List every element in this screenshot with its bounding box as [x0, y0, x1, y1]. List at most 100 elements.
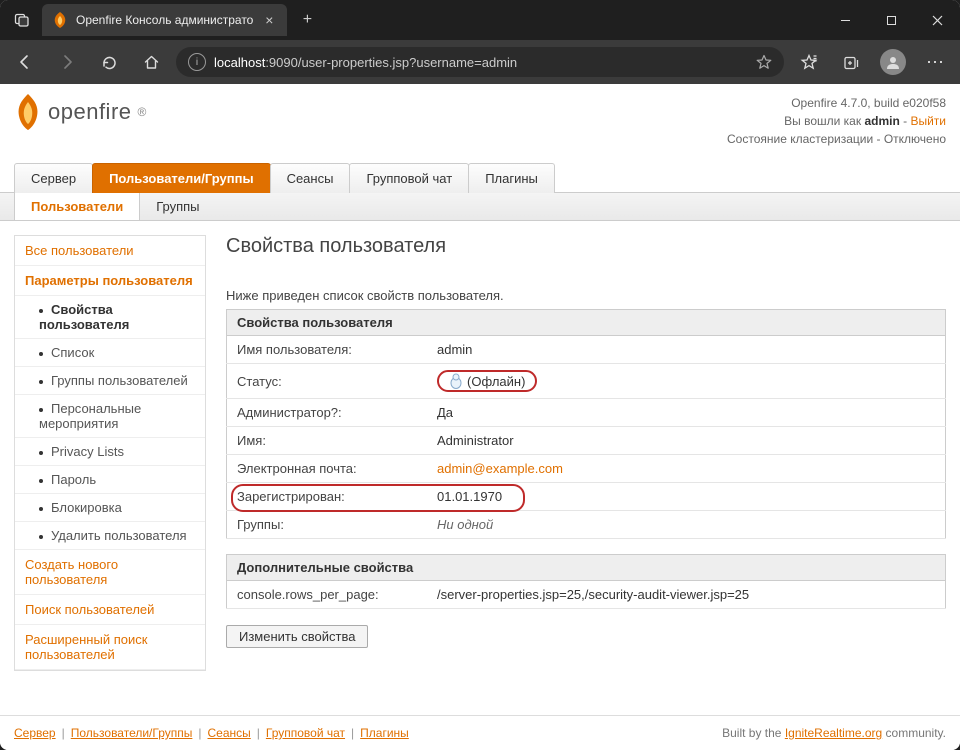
- main-tab-2[interactable]: Сеансы: [270, 163, 351, 193]
- prop-key: Имя:: [227, 427, 428, 455]
- page-content: openfire® Openfire 4.7.0, build e020f58 …: [0, 84, 960, 750]
- main-tab-4[interactable]: Плагины: [468, 163, 555, 193]
- login-text: Вы вошли как admin - Выйти: [727, 112, 946, 130]
- prop-value: Administrator: [427, 427, 946, 455]
- table-row: Имя:Administrator: [227, 427, 946, 455]
- content-panel: Свойства пользователя Ниже приведен спис…: [226, 235, 946, 648]
- table-row: Имя пользователя:admin: [227, 336, 946, 364]
- table-row: Администратор?:Да: [227, 399, 946, 427]
- menu-button[interactable]: ⋯: [918, 52, 952, 73]
- main-tab-3[interactable]: Групповой чат: [349, 163, 469, 193]
- footer-credit: Built by the IgniteRealtime.org communit…: [722, 726, 946, 740]
- page-title: Свойства пользователя: [226, 235, 946, 258]
- new-tab-button[interactable]: +: [293, 6, 321, 34]
- sidebar-item-0[interactable]: Все пользователи: [15, 236, 205, 266]
- table-header: Свойства пользователя: [227, 310, 946, 336]
- intro-text: Ниже приведен список свойств пользовател…: [226, 288, 946, 303]
- prop-value: admin: [427, 336, 946, 364]
- sub-tab-1[interactable]: Группы: [140, 193, 215, 220]
- sidebar-item-9[interactable]: Удалить пользователя: [15, 522, 205, 550]
- footer-link-3[interactable]: Групповой чат: [266, 726, 345, 740]
- prop-key: Зарегистрирован:: [227, 483, 428, 511]
- logo[interactable]: openfire®: [14, 94, 146, 130]
- main-tab-0[interactable]: Сервер: [14, 163, 93, 193]
- reload-button[interactable]: [92, 45, 126, 79]
- collections-button[interactable]: [834, 45, 868, 79]
- footer-link-4[interactable]: Плагины: [360, 726, 409, 740]
- table-row: console.rows_per_page:/server-properties…: [227, 581, 946, 609]
- prop-value: 01.01.1970: [427, 483, 946, 511]
- home-button[interactable]: [134, 45, 168, 79]
- table-row: Статус:(Офлайн): [227, 364, 946, 399]
- window-titlebar: Openfire Консоль администрато × +: [0, 0, 960, 40]
- favorite-icon[interactable]: [756, 54, 772, 70]
- favorites-button[interactable]: [792, 45, 826, 79]
- tab-actions-icon: [14, 12, 30, 28]
- table-row: Электронная почта:admin@example.com: [227, 455, 946, 483]
- prop-key: Группы:: [227, 511, 428, 539]
- table-header: Дополнительные свойства: [227, 555, 946, 581]
- prop-value: admin@example.com: [427, 455, 946, 483]
- sidebar-item-2[interactable]: Свойства пользователя: [15, 296, 205, 339]
- page-header: openfire® Openfire 4.7.0, build e020f58 …: [0, 84, 960, 148]
- footer-link-2[interactable]: Сеансы: [208, 726, 251, 740]
- address-bar[interactable]: i localhost:9090/user-properties.jsp?use…: [176, 47, 784, 77]
- prop-key: Администратор?:: [227, 399, 428, 427]
- sidebar-item-11[interactable]: Поиск пользователей: [15, 595, 205, 625]
- sidebar-item-3[interactable]: Список: [15, 339, 205, 367]
- tab-actions-button[interactable]: [8, 6, 36, 34]
- window-minimize-button[interactable]: [822, 0, 868, 40]
- site-info-icon[interactable]: i: [188, 53, 206, 71]
- tab-close-button[interactable]: ×: [261, 12, 277, 28]
- cluster-status: Состояние кластеризации - Отключено: [727, 130, 946, 148]
- prop-key: Имя пользователя:: [227, 336, 428, 364]
- sidebar-item-1[interactable]: Параметры пользователя: [15, 266, 205, 296]
- prop-value: Да: [427, 399, 946, 427]
- main-tab-1[interactable]: Пользователи/Группы: [92, 163, 270, 193]
- tab-favicon: [52, 12, 68, 28]
- footer-link-1[interactable]: Пользователи/Группы: [71, 726, 193, 740]
- footer-link-0[interactable]: Сервер: [14, 726, 56, 740]
- prop-value: Ни одной: [427, 511, 946, 539]
- sidebar-item-7[interactable]: Пароль: [15, 466, 205, 494]
- profile-button[interactable]: [876, 45, 910, 79]
- sidebar-item-8[interactable]: Блокировка: [15, 494, 205, 522]
- window-maximize-button[interactable]: [868, 0, 914, 40]
- avatar: [880, 49, 906, 75]
- browser-tab[interactable]: Openfire Консоль администрато ×: [42, 4, 287, 36]
- prop-value: /server-properties.jsp=25,/security-audi…: [427, 581, 946, 609]
- prop-key: Электронная почта:: [227, 455, 428, 483]
- ignite-link[interactable]: IgniteRealtime.org: [785, 726, 882, 740]
- sidebar-item-12[interactable]: Расширенный поиск пользователей: [15, 625, 205, 670]
- sub-tabs: ПользователиГруппы: [0, 193, 960, 221]
- sidebar-item-10[interactable]: Создать нового пользователя: [15, 550, 205, 595]
- page-footer: Сервер|Пользователи/Группы|Сеансы|Группо…: [0, 715, 960, 750]
- version-text: Openfire 4.7.0, build e020f58: [727, 94, 946, 112]
- prop-key: Статус:: [227, 364, 428, 399]
- sidebar: Все пользователиПараметры пользователяСв…: [14, 235, 206, 671]
- sub-tab-0[interactable]: Пользователи: [14, 193, 140, 220]
- sidebar-item-4[interactable]: Группы пользователей: [15, 367, 205, 395]
- forward-button[interactable]: [50, 45, 84, 79]
- prop-value: (Офлайн): [427, 364, 946, 399]
- window-controls: [822, 0, 960, 40]
- logout-link[interactable]: Выйти: [910, 114, 946, 128]
- edit-properties-button[interactable]: Изменить свойства: [226, 625, 368, 648]
- table-row: Группы:Ни одной: [227, 511, 946, 539]
- url-text: localhost:9090/user-properties.jsp?usern…: [214, 55, 517, 70]
- browser-toolbar: i localhost:9090/user-properties.jsp?use…: [0, 40, 960, 84]
- window-close-button[interactable]: [914, 0, 960, 40]
- main-tabs: СерверПользователи/ГруппыСеансыГрупповой…: [0, 162, 960, 193]
- app-window: Openfire Консоль администрато × + i loca…: [0, 0, 960, 750]
- sidebar-item-5[interactable]: Персональные мероприятия: [15, 395, 205, 438]
- tab-title: Openfire Консоль администрато: [76, 13, 253, 27]
- sidebar-item-6[interactable]: Privacy Lists: [15, 438, 205, 466]
- extra-properties-table: Дополнительные свойства console.rows_per…: [226, 554, 946, 609]
- user-properties-table: Свойства пользователя Имя пользователя:a…: [226, 309, 946, 539]
- back-button[interactable]: [8, 45, 42, 79]
- tab-strip: Openfire Консоль администрато × +: [0, 0, 321, 40]
- footer-links: Сервер|Пользователи/Группы|Сеансы|Группо…: [14, 726, 409, 740]
- header-info: Openfire 4.7.0, build e020f58 Вы вошли к…: [727, 94, 946, 148]
- table-row: Зарегистрирован:01.01.1970: [227, 483, 946, 511]
- flame-icon: [14, 94, 42, 130]
